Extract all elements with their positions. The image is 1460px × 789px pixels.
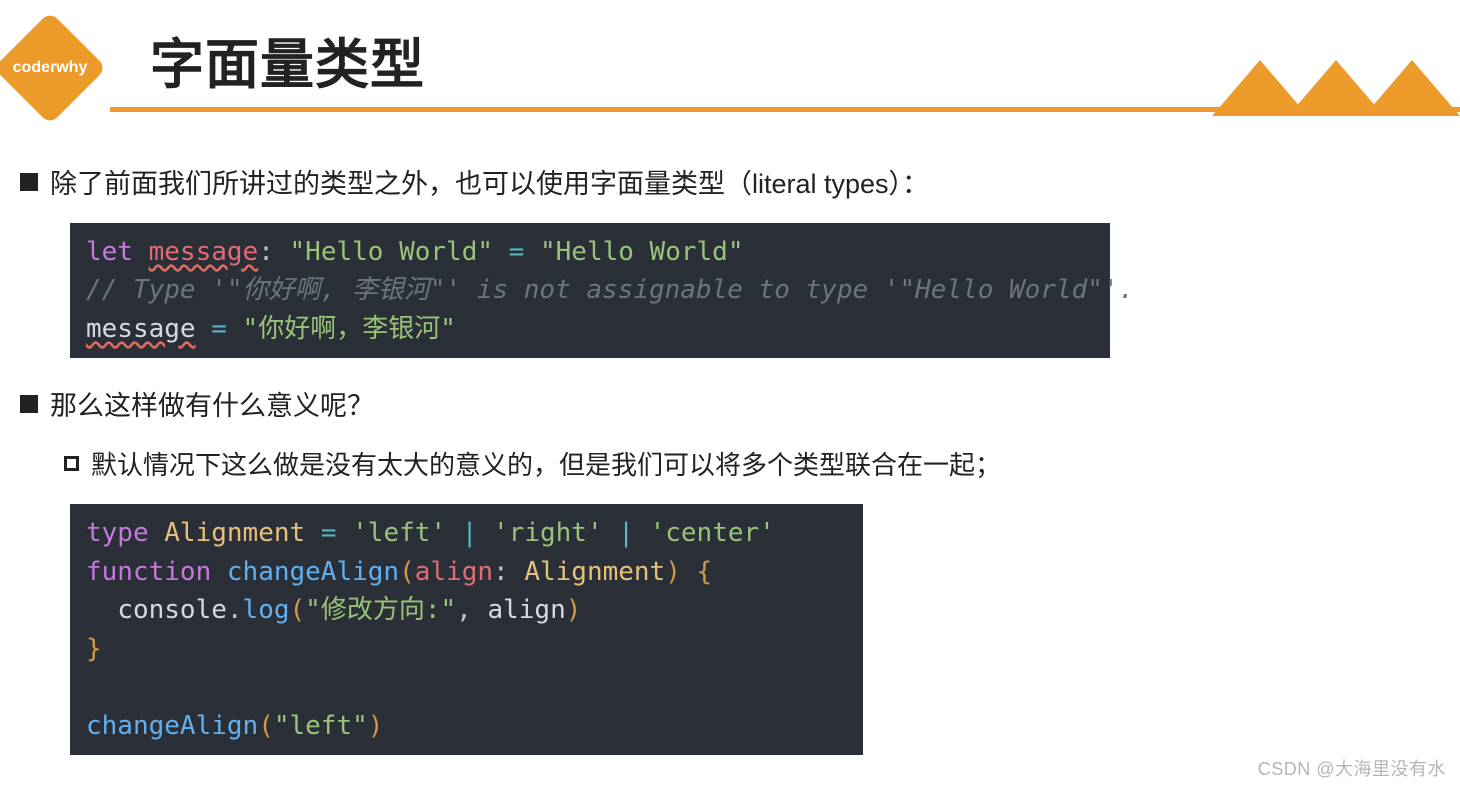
arg-align: align — [487, 595, 565, 625]
type-alignment: Alignment — [164, 518, 305, 548]
call-changealign: changeAlign — [86, 711, 258, 741]
watermark: CSDN @大海里没有水 — [1258, 755, 1446, 781]
str-hello-type: "Hello World" — [290, 237, 494, 267]
ident-message: message — [149, 237, 259, 267]
pipe-2: | — [618, 518, 634, 548]
comment-line: // Type '"你好啊, 李银河"' is not assignable t… — [86, 275, 1134, 305]
kw-function: function — [86, 557, 211, 587]
bullet-square-icon — [20, 395, 38, 413]
sub-bullet-1-text: 默认情况下这么做是没有太大的意义的，但是我们可以将多个类型联合在一起； — [91, 445, 1001, 482]
bullet-1-text: 除了前面我们所讲过的类型之外，也可以使用字面量类型（literal types）… — [50, 162, 929, 201]
ident-message-2: message — [86, 314, 196, 344]
func-changealign: changeAlign — [227, 557, 399, 587]
str-nihao: "你好啊，李银河" — [243, 314, 456, 344]
str-center: 'center' — [650, 518, 775, 548]
kw-type: type — [86, 518, 149, 548]
rbrace: } — [86, 634, 102, 664]
colon: : — [493, 557, 509, 587]
param-type: Alignment — [524, 557, 665, 587]
code-block-2: type Alignment = 'left' | 'right' | 'cen… — [70, 504, 863, 755]
comma: , — [456, 595, 472, 625]
bullet-2-text: 那么这样做有什么意义呢？ — [50, 384, 374, 423]
str-right: 'right' — [493, 518, 603, 548]
str-log: "修改方向:" — [305, 595, 456, 625]
str-left: 'left' — [352, 518, 446, 548]
rparen-3: ) — [368, 711, 384, 741]
lparen-2: ( — [290, 595, 306, 625]
rparen: ) — [665, 557, 681, 587]
str-hello-val: "Hello World" — [540, 237, 744, 267]
bullet-2: 那么这样做有什么意义呢？ — [20, 384, 1440, 423]
rparen-2: ) — [566, 595, 582, 625]
ident-console: console — [117, 595, 227, 625]
pipe-1: | — [462, 518, 478, 548]
sub-bullet-1: 默认情况下这么做是没有太大的意义的，但是我们可以将多个类型联合在一起； — [64, 445, 1440, 482]
logo-text: coderwhy — [10, 28, 90, 108]
bullet-square-icon — [20, 173, 38, 191]
eq-2: = — [211, 314, 227, 344]
hollow-square-icon — [64, 456, 79, 471]
eq: = — [509, 237, 525, 267]
colon: : — [258, 237, 274, 267]
bullet-1: 除了前面我们所讲过的类型之外，也可以使用字面量类型（literal types）… — [20, 162, 1440, 201]
func-log: log — [243, 595, 290, 625]
lparen-3: ( — [258, 711, 274, 741]
lparen: ( — [399, 557, 415, 587]
slide-content: 除了前面我们所讲过的类型之外，也可以使用字面量类型（literal types）… — [0, 112, 1460, 781]
code-block-1: let message: "Hello World" = "Hello Worl… — [70, 223, 1110, 358]
slide-header: coderwhy 字面量类型 — [0, 0, 1460, 112]
dot: . — [227, 595, 243, 625]
kw-let: let — [86, 237, 133, 267]
lbrace: { — [697, 557, 713, 587]
decor-triangles — [1232, 60, 1460, 116]
eq: = — [321, 518, 337, 548]
param-align: align — [415, 557, 493, 587]
str-left-arg: "left" — [274, 711, 368, 741]
